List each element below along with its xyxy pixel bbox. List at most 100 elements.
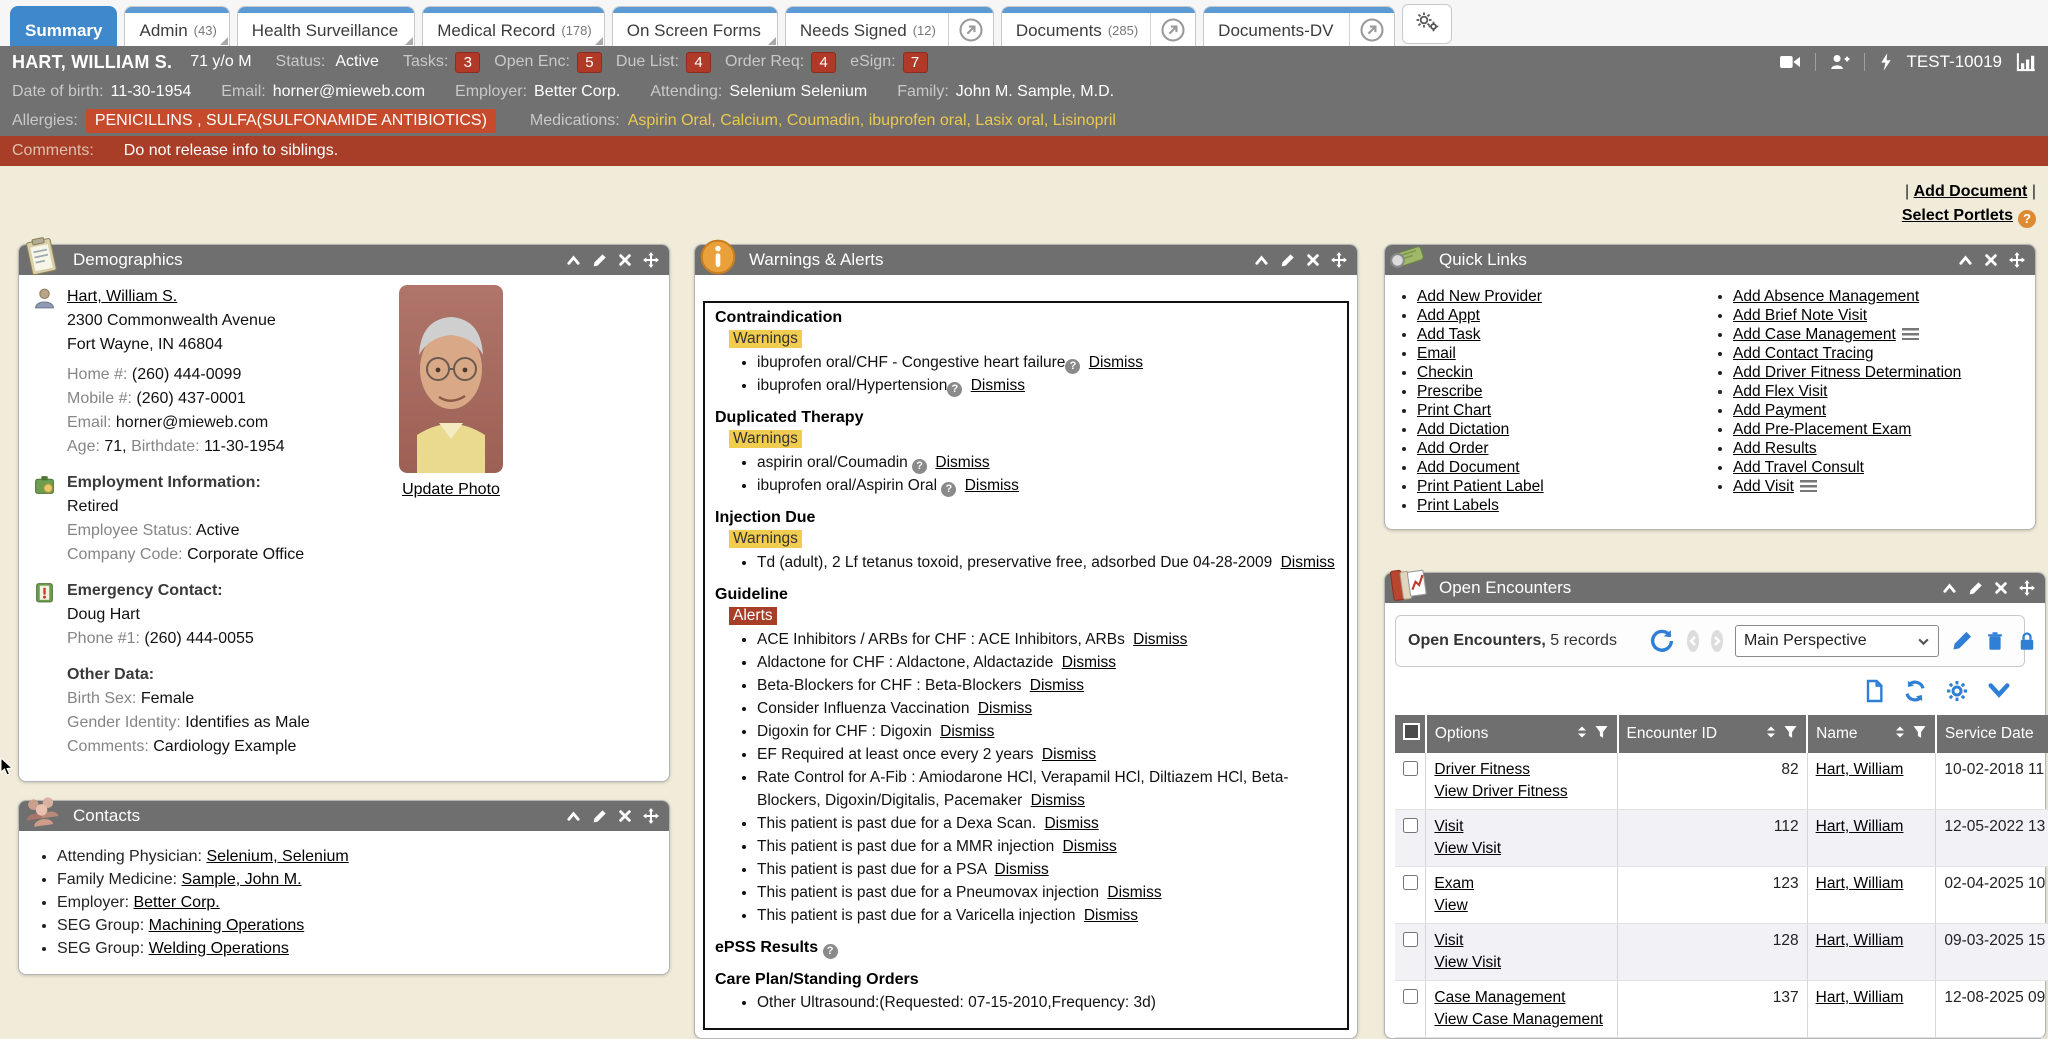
- close-icon[interactable]: [618, 809, 632, 823]
- help-icon[interactable]: ?: [2018, 210, 2036, 228]
- move-icon[interactable]: [1331, 252, 1347, 268]
- contact-link[interactable]: Better Corp.: [133, 894, 219, 911]
- prev-page-button[interactable]: [1687, 630, 1699, 652]
- move-icon[interactable]: [643, 252, 659, 268]
- move-icon[interactable]: [2019, 580, 2035, 596]
- contact-link[interactable]: Machining Operations: [149, 917, 305, 934]
- collapse-grid-icon[interactable]: [1987, 679, 2011, 703]
- collapse-icon[interactable]: [1942, 581, 1957, 596]
- dismiss-link[interactable]: Dismiss: [1133, 631, 1187, 648]
- contact-link[interactable]: Selenium, Selenium: [206, 848, 348, 865]
- open-new-window-icon[interactable]: [1150, 7, 1195, 46]
- dismiss-link[interactable]: Dismiss: [940, 723, 994, 740]
- dismiss-link[interactable]: Dismiss: [1031, 792, 1085, 809]
- collapse-icon[interactable]: [566, 809, 581, 824]
- patient-link[interactable]: Hart, William: [1816, 875, 1904, 892]
- quick-link[interactable]: Email: [1417, 345, 1456, 362]
- quick-link[interactable]: Add Driver Fitness Determination: [1733, 364, 1961, 381]
- quick-link[interactable]: Add Dictation: [1417, 421, 1509, 438]
- help-icon[interactable]: ?: [941, 482, 956, 497]
- select-all-header[interactable]: [1395, 715, 1426, 753]
- move-icon[interactable]: [2009, 252, 2025, 268]
- filter-icon[interactable]: [1594, 725, 1609, 744]
- tab-summary[interactable]: Summary: [10, 6, 117, 46]
- dismiss-link[interactable]: Dismiss: [995, 861, 1049, 878]
- edit-perspective-icon[interactable]: [1951, 630, 1973, 652]
- lightning-icon[interactable]: [1879, 52, 1893, 72]
- encounter-view-link[interactable]: View Visit: [1434, 840, 1501, 857]
- encounter-view-link[interactable]: View Driver Fitness: [1434, 783, 1567, 800]
- patient-link[interactable]: Hart, William: [1816, 932, 1904, 949]
- lock-icon[interactable]: [2017, 630, 2037, 652]
- quick-link[interactable]: Add Absence Management: [1733, 288, 1919, 305]
- quick-link[interactable]: Add Pre-Placement Exam: [1733, 421, 1911, 438]
- patient-link[interactable]: Hart, William: [1816, 989, 1904, 1006]
- dismiss-link[interactable]: Dismiss: [935, 454, 989, 471]
- select-all-checkbox[interactable]: [1403, 723, 1420, 740]
- column-header-options[interactable]: Options: [1426, 715, 1618, 753]
- column-header-encounter-id[interactable]: Encounter ID: [1618, 715, 1808, 753]
- contact-link[interactable]: Sample, John M.: [181, 871, 301, 888]
- collapse-icon[interactable]: [566, 253, 581, 268]
- list-icon[interactable]: [1800, 480, 1817, 492]
- encounter-type-link[interactable]: Exam: [1434, 875, 1474, 892]
- quick-link[interactable]: Add Order: [1417, 440, 1489, 457]
- next-page-button[interactable]: [1711, 630, 1723, 652]
- dismiss-link[interactable]: Dismiss: [978, 700, 1032, 717]
- allergies-value[interactable]: PENICILLINS , SULFA(SULFONAMIDE ANTIBIOT…: [86, 109, 496, 133]
- dismiss-link[interactable]: Dismiss: [1107, 884, 1161, 901]
- encounter-view-link[interactable]: View Visit: [1434, 954, 1501, 971]
- quick-link[interactable]: Print Labels: [1417, 497, 1499, 514]
- help-icon[interactable]: ?: [823, 944, 838, 959]
- encounter-type-link[interactable]: Case Management: [1434, 989, 1565, 1006]
- update-photo-link[interactable]: Update Photo: [402, 481, 500, 499]
- dismiss-link[interactable]: Dismiss: [1281, 554, 1335, 571]
- patient-link[interactable]: Hart, William: [1816, 818, 1904, 835]
- tab-settings-button[interactable]: [1402, 4, 1452, 44]
- quick-link[interactable]: Checkin: [1417, 364, 1473, 381]
- new-record-icon[interactable]: [1863, 679, 1885, 703]
- sort-icon[interactable]: [1765, 725, 1777, 744]
- dismiss-link[interactable]: Dismiss: [1042, 746, 1096, 763]
- quick-link[interactable]: Prescribe: [1417, 383, 1482, 400]
- close-icon[interactable]: [1984, 253, 1998, 267]
- counter-badge[interactable]: 3: [455, 52, 480, 73]
- row-checkbox[interactable]: [1403, 932, 1418, 947]
- grid-settings-icon[interactable]: [1945, 679, 1969, 703]
- column-header-name[interactable]: Name: [1807, 715, 1936, 753]
- edit-icon[interactable]: [1968, 581, 1983, 596]
- tab-health-surveillance[interactable]: Health Surveillance: [237, 6, 415, 46]
- list-icon[interactable]: [1902, 328, 1919, 340]
- counter-badge[interactable]: 7: [903, 52, 928, 73]
- dismiss-link[interactable]: Dismiss: [1062, 654, 1116, 671]
- quick-link[interactable]: Add Task: [1417, 326, 1480, 343]
- move-icon[interactable]: [643, 808, 659, 824]
- quick-link[interactable]: Add New Provider: [1417, 288, 1542, 305]
- tab-needs-signed[interactable]: Needs Signed (12): [785, 6, 994, 46]
- dismiss-link[interactable]: Dismiss: [965, 477, 1019, 494]
- contact-link[interactable]: Welding Operations: [149, 940, 289, 957]
- encounter-type-link[interactable]: Driver Fitness: [1434, 761, 1530, 778]
- quick-link[interactable]: Add Document: [1417, 459, 1520, 476]
- edit-icon[interactable]: [1280, 253, 1295, 268]
- encounter-view-link[interactable]: View Case Management: [1434, 1011, 1603, 1028]
- encounter-type-link[interactable]: Visit: [1434, 818, 1463, 835]
- dismiss-link[interactable]: Dismiss: [1084, 907, 1138, 924]
- sort-icon[interactable]: [1894, 725, 1906, 744]
- help-icon[interactable]: ?: [947, 382, 962, 397]
- open-new-window-icon[interactable]: [1349, 7, 1394, 46]
- encounter-type-link[interactable]: Visit: [1434, 932, 1463, 949]
- dismiss-link[interactable]: Dismiss: [1044, 815, 1098, 832]
- portlet-header[interactable]: Contacts: [19, 801, 669, 831]
- dismiss-link[interactable]: Dismiss: [1030, 677, 1084, 694]
- edit-icon[interactable]: [592, 809, 607, 824]
- quick-link[interactable]: Add Case Management: [1733, 326, 1896, 343]
- tab-documents[interactable]: Documents (285): [1001, 6, 1196, 46]
- quick-link[interactable]: Add Appt: [1417, 307, 1480, 324]
- dismiss-link[interactable]: Dismiss: [971, 377, 1025, 394]
- tab-medical-record[interactable]: Medical Record (178): [422, 6, 604, 46]
- reset-icon[interactable]: [1649, 628, 1675, 654]
- portlet-header[interactable]: Quick Links: [1385, 245, 2035, 275]
- counter-badge[interactable]: 5: [577, 52, 602, 73]
- add-person-icon[interactable]: [1830, 53, 1850, 71]
